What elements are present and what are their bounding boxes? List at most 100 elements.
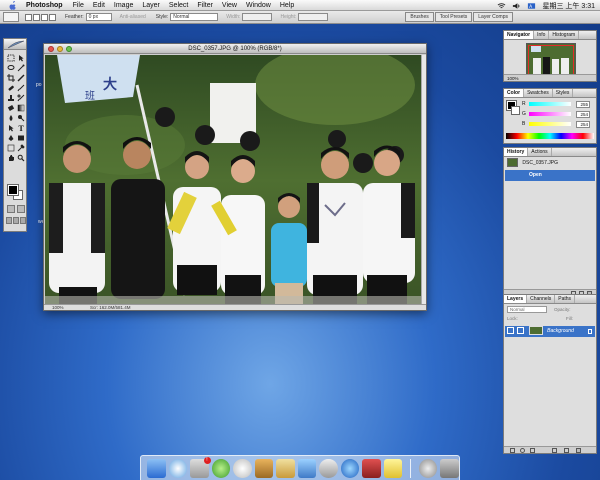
menu-view[interactable]: View bbox=[222, 2, 237, 9]
marquee-tool-icon[interactable] bbox=[6, 53, 16, 63]
preview-icon[interactable] bbox=[276, 458, 295, 478]
history-brush-tool-icon[interactable] bbox=[16, 93, 26, 103]
eraser-tool-icon[interactable] bbox=[6, 103, 16, 113]
layer-row-background[interactable]: Background bbox=[505, 326, 595, 337]
zoom-tool-icon[interactable] bbox=[16, 153, 26, 163]
hand-tool-icon[interactable] bbox=[6, 153, 16, 163]
foreground-color-swatch[interactable] bbox=[7, 184, 19, 196]
screen-mode-full-menu[interactable] bbox=[13, 217, 19, 224]
menu-help[interactable]: Help bbox=[280, 2, 294, 9]
tool-preset-picker[interactable] bbox=[3, 12, 19, 22]
vertical-scrollbar[interactable] bbox=[421, 55, 426, 306]
zoom-level[interactable]: 100% bbox=[52, 305, 64, 310]
disk-utility-icon[interactable] bbox=[418, 458, 438, 478]
acrobat-icon[interactable] bbox=[362, 458, 381, 478]
width-input[interactable] bbox=[242, 13, 273, 21]
blur-tool-icon[interactable] bbox=[6, 113, 16, 123]
input-menu-icon[interactable]: A bbox=[527, 2, 536, 10]
screen-mode-full[interactable] bbox=[20, 217, 26, 224]
value-b[interactable]: 254 bbox=[576, 121, 590, 128]
system-prefs-icon[interactable] bbox=[319, 458, 338, 478]
feather-input[interactable]: 0 px bbox=[85, 13, 112, 21]
value-r[interactable]: 255 bbox=[576, 101, 590, 108]
tab-channels[interactable]: Channels bbox=[527, 295, 556, 303]
iphoto-icon[interactable] bbox=[254, 458, 273, 478]
ichat-icon[interactable] bbox=[211, 458, 230, 478]
trash-icon[interactable] bbox=[576, 448, 581, 453]
document-title-bar[interactable]: DSC_0357.JPG @ 100% (RGB/8*) bbox=[44, 44, 426, 54]
type-tool-icon[interactable]: T bbox=[16, 123, 26, 133]
tab-color[interactable]: Color bbox=[504, 89, 525, 97]
finder-icon[interactable] bbox=[147, 458, 166, 478]
trash-icon[interactable] bbox=[440, 458, 459, 478]
value-g[interactable]: 254 bbox=[576, 111, 590, 118]
well-tab-brushes[interactable]: Brushes bbox=[405, 12, 434, 22]
dodge-tool-icon[interactable] bbox=[16, 113, 26, 123]
tab-navigator[interactable]: Navigator bbox=[504, 31, 535, 39]
healing-brush-tool-icon[interactable] bbox=[6, 83, 16, 93]
scratch-size[interactable]: Scr: 162.0M/581.4M bbox=[90, 305, 131, 310]
add-selection-button[interactable] bbox=[33, 13, 40, 21]
wifi-icon[interactable] bbox=[497, 2, 506, 10]
navigator-zoom[interactable]: 100% bbox=[504, 74, 596, 81]
menu-edit[interactable]: Edit bbox=[93, 2, 105, 9]
screen-mode-standard[interactable] bbox=[6, 217, 12, 224]
menu-file[interactable]: File bbox=[73, 2, 84, 9]
antialiased-checkbox[interactable]: Anti-aliased bbox=[120, 14, 146, 20]
apple-icon[interactable] bbox=[8, 0, 18, 10]
menu-clock[interactable]: 星期三 上午 3:31 bbox=[542, 1, 595, 11]
layer-style-icon[interactable] bbox=[520, 448, 525, 453]
style-select[interactable]: Normal bbox=[170, 13, 219, 21]
eyedropper-tool-icon[interactable] bbox=[16, 143, 26, 153]
shape-tool-icon[interactable] bbox=[16, 133, 26, 143]
tab-info[interactable]: Info bbox=[534, 31, 550, 39]
tab-swatches[interactable]: Swatches bbox=[524, 89, 553, 97]
clone-stamp-tool-icon[interactable] bbox=[6, 93, 16, 103]
link-layers-icon[interactable] bbox=[510, 448, 515, 453]
blend-mode-select[interactable]: Normal bbox=[507, 306, 547, 313]
zoom-window-button[interactable] bbox=[66, 46, 72, 52]
volume-icon[interactable] bbox=[512, 2, 521, 10]
globe-icon[interactable] bbox=[340, 458, 359, 478]
standard-mode-button[interactable] bbox=[7, 205, 15, 213]
mail-icon[interactable]: ! bbox=[190, 456, 211, 478]
color-bg-swatch[interactable] bbox=[511, 106, 520, 115]
safari-icon[interactable] bbox=[168, 458, 187, 478]
subtract-selection-button[interactable] bbox=[41, 13, 48, 21]
menu-filter[interactable]: Filter bbox=[197, 2, 213, 9]
image-canvas[interactable]: 大 班 bbox=[45, 55, 421, 306]
tab-history[interactable]: History bbox=[504, 148, 529, 156]
photoshop-icon[interactable] bbox=[297, 458, 316, 478]
eye-icon[interactable] bbox=[507, 327, 514, 335]
height-input[interactable] bbox=[298, 13, 329, 21]
tab-layers[interactable]: Layers bbox=[504, 295, 528, 303]
well-tab-layer-comps[interactable]: Layer Comps bbox=[473, 12, 513, 22]
new-layer-icon[interactable] bbox=[564, 448, 569, 453]
slider-g[interactable] bbox=[529, 112, 571, 116]
tab-paths[interactable]: Paths bbox=[555, 295, 576, 303]
navigator-thumbnail[interactable] bbox=[526, 43, 576, 77]
close-window-button[interactable] bbox=[48, 46, 54, 52]
history-step[interactable]: Open bbox=[505, 170, 595, 181]
slice-tool-icon[interactable] bbox=[16, 73, 26, 83]
slider-r[interactable] bbox=[529, 102, 571, 106]
menu-layer[interactable]: Layer bbox=[142, 2, 160, 9]
minimize-window-button[interactable] bbox=[57, 46, 63, 52]
magic-wand-tool-icon[interactable] bbox=[16, 63, 26, 73]
slider-b[interactable] bbox=[529, 122, 571, 126]
color-spectrum-bar[interactable] bbox=[506, 133, 594, 139]
navigator-view-box[interactable] bbox=[528, 45, 574, 75]
intersect-selection-button[interactable] bbox=[49, 13, 56, 21]
gradient-tool-icon[interactable] bbox=[16, 103, 26, 113]
menu-image[interactable]: Image bbox=[114, 2, 133, 9]
pen-tool-icon[interactable] bbox=[6, 133, 16, 143]
menu-window[interactable]: Window bbox=[246, 2, 271, 9]
history-snapshot[interactable]: DSC_0357.JPG bbox=[505, 158, 595, 169]
new-group-icon[interactable] bbox=[552, 448, 557, 453]
itunes-icon[interactable] bbox=[233, 458, 252, 478]
tab-actions[interactable]: Actions bbox=[528, 148, 552, 156]
crop-tool-icon[interactable] bbox=[6, 73, 16, 83]
brush-tool-icon[interactable] bbox=[16, 83, 26, 93]
tab-styles[interactable]: Styles bbox=[553, 89, 574, 97]
menu-app-name[interactable]: Photoshop bbox=[26, 2, 63, 9]
